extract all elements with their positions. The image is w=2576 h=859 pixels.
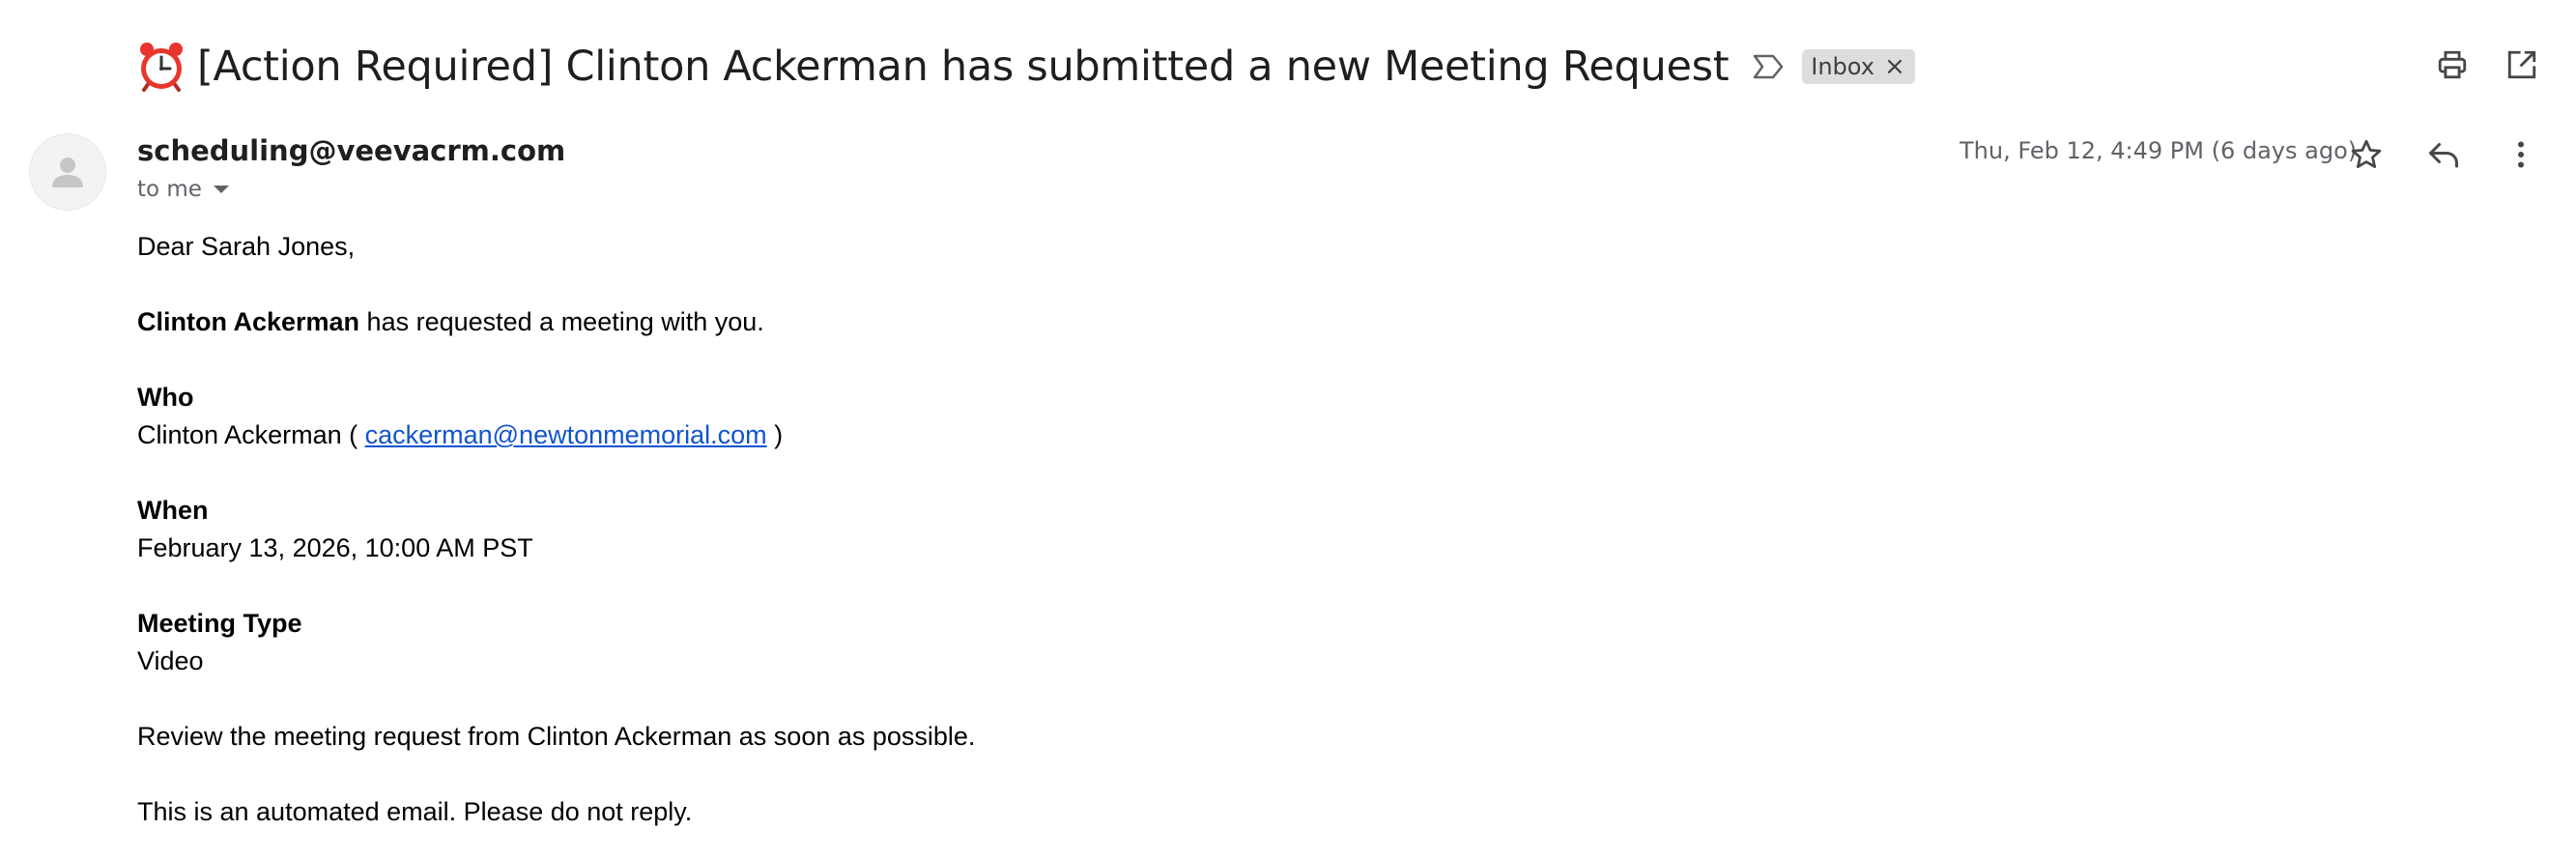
- requester-email-link[interactable]: cackerman@newtonmemorial.com: [365, 420, 767, 449]
- when-heading: When: [137, 496, 209, 525]
- recipient-label: to me: [137, 177, 202, 202]
- email-timestamp: Thu, Feb 12, 4:49 PM (6 days ago): [1960, 137, 2358, 164]
- review-text: Review the meeting request from Clinton …: [137, 722, 976, 751]
- meeting-type-heading: Meeting Type: [137, 609, 302, 638]
- who-value: Clinton Ackerman ( cackerman@newtonmemor…: [137, 416, 2456, 454]
- meeting-type-value: Video: [137, 646, 204, 675]
- default-avatar-icon: [52, 157, 83, 187]
- sender-avatar[interactable]: [29, 133, 106, 211]
- print-icon: [2438, 50, 2467, 79]
- request-text: has requested a meeting with you.: [359, 307, 764, 336]
- remove-label-icon[interactable]: ×: [1884, 54, 1905, 79]
- print-button[interactable]: [2433, 45, 2472, 84]
- reply-button[interactable]: [2422, 133, 2465, 176]
- who-suffix: ): [766, 420, 784, 449]
- when-value: February 13, 2026, 10:00 AM PST: [137, 533, 533, 562]
- star-icon: [2351, 139, 2382, 168]
- who-name: Clinton Ackerman (: [137, 420, 365, 449]
- email-subject: [Action Required] Clinton Ackerman has s…: [197, 43, 1730, 91]
- more-vertical-icon: [2518, 141, 2524, 168]
- importance-marker-icon[interactable]: [1752, 52, 1785, 81]
- who-heading: Who: [137, 383, 194, 412]
- greeting: Dear Sarah Jones,: [137, 232, 356, 261]
- alarm-clock-icon: [140, 43, 183, 92]
- more-options-button[interactable]: [2500, 133, 2542, 176]
- chevron-down-icon: [213, 186, 229, 193]
- sender-address[interactable]: scheduling@veevacrm.com: [137, 134, 565, 167]
- email-body: Dear Sarah Jones, Clinton Ackerman has r…: [137, 228, 2456, 831]
- recipient-details-toggle[interactable]: to me: [137, 177, 229, 202]
- open-in-new-window-button[interactable]: [2503, 45, 2541, 84]
- open-in-new-window-icon: [2507, 50, 2536, 79]
- requester-name: Clinton Ackerman: [137, 307, 360, 336]
- reply-icon: [2429, 143, 2458, 168]
- subject-row: [Action Required] Clinton Ackerman has s…: [135, 35, 2537, 99]
- star-button[interactable]: [2345, 133, 2388, 176]
- automated-notice: This is an automated email. Please do no…: [137, 797, 693, 826]
- inbox-label-chip[interactable]: Inbox ×: [1802, 49, 1915, 84]
- request-line: Clinton Ackerman has requested a meeting…: [137, 303, 2456, 341]
- label-text: Inbox: [1811, 53, 1875, 80]
